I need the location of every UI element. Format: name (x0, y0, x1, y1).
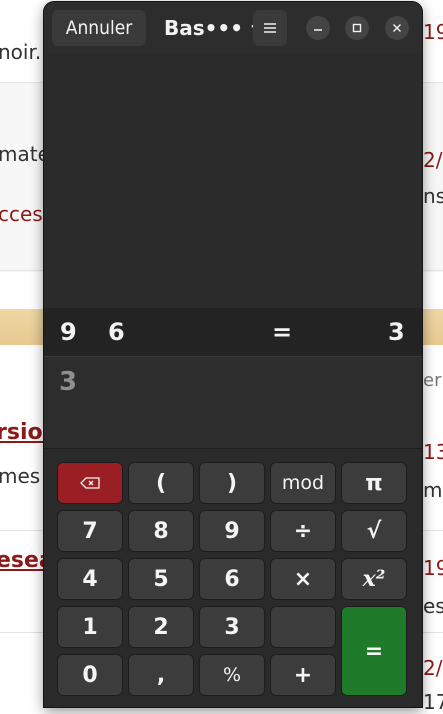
close-paren-button[interactable]: ) (199, 462, 265, 504)
digit-5-button[interactable]: 5 (128, 558, 194, 600)
digit-3-button[interactable]: 3 (199, 606, 265, 648)
mode-label: Bas••• (164, 16, 243, 40)
current-result: 3 (59, 367, 78, 397)
square-button[interactable]: x² (341, 558, 407, 600)
keypad: ( ) mod π 7 8 9 ÷ √ 4 5 6 × x² 1 2 3 = 0… (44, 448, 422, 707)
maximize-button[interactable] (345, 16, 369, 40)
history-equals: = (272, 318, 293, 346)
comma-button[interactable]: , (128, 654, 194, 696)
sqrt-button[interactable]: √ (341, 510, 407, 552)
maximize-icon (352, 23, 362, 33)
history-entry[interactable]: 9 6 = 3 (44, 308, 422, 356)
background-text: 13: (423, 440, 443, 464)
cancel-button[interactable]: Annuler (52, 10, 146, 46)
digit-4-button[interactable]: 4 (57, 558, 123, 600)
digit-6-button[interactable]: 6 (199, 558, 265, 600)
plus-button[interactable]: + (270, 654, 336, 696)
history-display (44, 54, 422, 308)
digit-1-button[interactable]: 1 (57, 606, 123, 648)
blank-button[interactable] (270, 606, 336, 648)
backspace-button[interactable] (57, 462, 123, 504)
digit-8-button[interactable]: 8 (128, 510, 194, 552)
background-text: es (423, 594, 443, 618)
history-result: 3 (388, 318, 405, 346)
backspace-icon (80, 477, 100, 489)
minimize-icon (314, 29, 322, 31)
background-text: ns (423, 184, 443, 208)
equals-button[interactable]: = (341, 606, 407, 696)
history-operand: 6 (108, 318, 125, 346)
background-text: noir.. (0, 40, 48, 64)
digit-2-button[interactable]: 2 (128, 606, 194, 648)
background-text: 2/2 (423, 656, 443, 680)
digit-7-button[interactable]: 7 (57, 510, 123, 552)
minimize-button[interactable] (306, 16, 330, 40)
digit-0-button[interactable]: 0 (57, 654, 123, 696)
history-operand: 9 (60, 318, 77, 346)
hamburger-icon (264, 23, 276, 33)
background-text: mp (423, 478, 443, 502)
open-paren-button[interactable]: ( (128, 462, 194, 504)
background-text: 19: (423, 556, 443, 580)
percent-button[interactable]: % (199, 654, 265, 696)
background-text: 17 (423, 690, 443, 714)
mode-selector[interactable]: Bas••• (164, 12, 264, 44)
background-text: 2/2 (423, 148, 443, 172)
calculator-window: Annuler Bas••• 9 6 = 3 3 ( ) mod π 7 8 9… (44, 2, 422, 707)
title-bar: Annuler Bas••• (44, 2, 422, 54)
divide-button[interactable]: ÷ (270, 510, 336, 552)
menu-button[interactable] (253, 10, 287, 46)
mod-button[interactable]: mod (270, 462, 336, 504)
multiply-button[interactable]: × (270, 558, 336, 600)
pi-button[interactable]: π (341, 462, 407, 504)
close-button[interactable] (385, 16, 409, 40)
close-icon (393, 24, 401, 32)
digit-9-button[interactable]: 9 (199, 510, 265, 552)
expression-entry[interactable]: 3 (44, 356, 422, 449)
background-text: er n (423, 370, 443, 391)
background-text: 19: (423, 20, 443, 44)
